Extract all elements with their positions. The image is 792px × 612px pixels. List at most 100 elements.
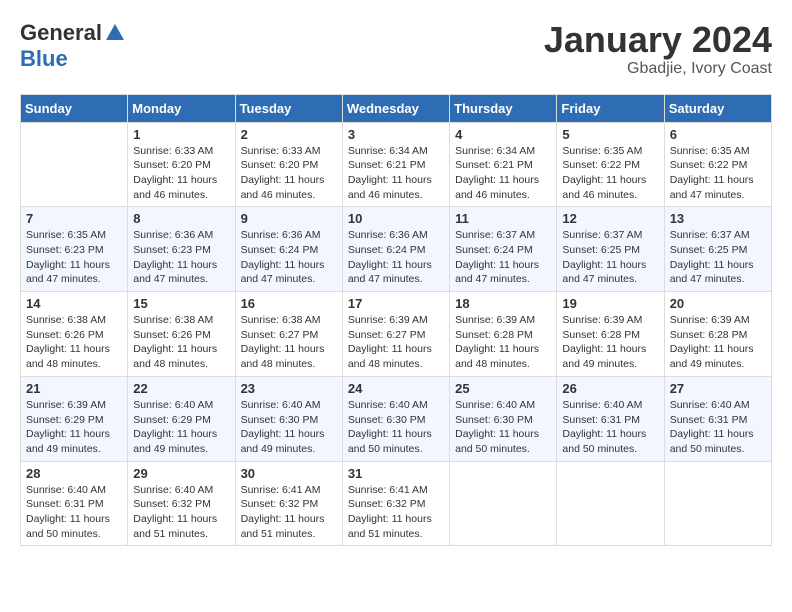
header-row: SundayMondayTuesdayWednesdayThursdayFrid… bbox=[21, 94, 772, 122]
calendar-cell: 29Sunrise: 6:40 AMSunset: 6:32 PMDayligh… bbox=[128, 461, 235, 546]
calendar-cell: 27Sunrise: 6:40 AMSunset: 6:31 PMDayligh… bbox=[664, 376, 771, 461]
calendar-cell: 12 Sunrise: 6:37 AMSunset: 6:25 PMDayligh… bbox=[557, 207, 664, 292]
day-header-sunday: Sunday bbox=[21, 94, 128, 122]
cell-sun-info: Sunrise: 6:38 AMSunset: 6:26 PMDaylight:… bbox=[133, 313, 229, 372]
calendar-cell: 30 Sunrise: 6:41 AMSunset: 6:32 PMDayligh… bbox=[235, 461, 342, 546]
calendar-cell: 28 Sunrise: 6:40 AMSunset: 6:31 PMDayligh… bbox=[21, 461, 128, 546]
cell-sun-info: Sunrise: 6:33 AMSunset: 6:20 PMDaylight:… bbox=[241, 144, 337, 203]
cell-sun-info: Sunrise: 6:40 AMSunset: 6:30 PMDaylight:… bbox=[455, 398, 551, 457]
cell-date-number: 26 bbox=[562, 381, 658, 396]
cell-date-number: 4 bbox=[455, 127, 551, 142]
cell-date-number: 23 bbox=[241, 381, 337, 396]
week-row: 1 Sunrise: 6:33 AMSunset: 6:20 PMDaylight… bbox=[21, 122, 772, 207]
calendar-cell: 16 Sunrise: 6:38 AMSunset: 6:27 PMDayligh… bbox=[235, 292, 342, 377]
calendar-cell: 11 Sunrise: 6:37 AMSunset: 6:24 PMDayligh… bbox=[450, 207, 557, 292]
cell-sun-info: Sunrise: 6:37 AMSunset: 6:25 PMDaylight:… bbox=[562, 228, 658, 287]
cell-date-number: 18 bbox=[455, 296, 551, 311]
calendar-cell: 26 Sunrise: 6:40 AMSunset: 6:31 PMDayligh… bbox=[557, 376, 664, 461]
week-row: 14Sunrise: 6:38 AMSunset: 6:26 PMDayligh… bbox=[21, 292, 772, 377]
title-block: January 2024 Gbadjie, Ivory Coast bbox=[544, 20, 772, 78]
calendar-cell: 19 Sunrise: 6:39 AMSunset: 6:28 PMDayligh… bbox=[557, 292, 664, 377]
cell-date-number: 12 bbox=[562, 211, 658, 226]
cell-date-number: 10 bbox=[348, 211, 444, 226]
cell-date-number: 11 bbox=[455, 211, 551, 226]
cell-date-number: 30 bbox=[241, 466, 337, 481]
calendar-cell bbox=[557, 461, 664, 546]
cell-sun-info: Sunrise: 6:41 AMSunset: 6:32 PMDaylight:… bbox=[241, 483, 337, 542]
cell-date-number: 29 bbox=[133, 466, 229, 481]
cell-date-number: 25 bbox=[455, 381, 551, 396]
cell-date-number: 13 bbox=[670, 211, 766, 226]
cell-date-number: 16 bbox=[241, 296, 337, 311]
day-header-thursday: Thursday bbox=[450, 94, 557, 122]
day-header-tuesday: Tuesday bbox=[235, 94, 342, 122]
cell-date-number: 21 bbox=[26, 381, 122, 396]
cell-date-number: 24 bbox=[348, 381, 444, 396]
calendar-cell: 13 Sunrise: 6:37 AMSunset: 6:25 PMDayligh… bbox=[664, 207, 771, 292]
cell-date-number: 7 bbox=[26, 211, 122, 226]
calendar-cell: 2 Sunrise: 6:33 AMSunset: 6:20 PMDaylight… bbox=[235, 122, 342, 207]
cell-date-number: 17 bbox=[348, 296, 444, 311]
cell-sun-info: Sunrise: 6:40 AMSunset: 6:31 PMDaylight:… bbox=[26, 483, 122, 542]
cell-sun-info: Sunrise: 6:39 AMSunset: 6:29 PMDaylight:… bbox=[26, 398, 122, 457]
cell-date-number: 20 bbox=[670, 296, 766, 311]
logo-icon bbox=[104, 22, 126, 44]
logo: General Blue bbox=[20, 20, 126, 72]
cell-sun-info: Sunrise: 6:38 AMSunset: 6:27 PMDaylight:… bbox=[241, 313, 337, 372]
calendar-cell: 10 Sunrise: 6:36 AMSunset: 6:24 PMDayligh… bbox=[342, 207, 449, 292]
page-header: General Blue January 2024 Gbadjie, Ivory… bbox=[20, 20, 772, 78]
cell-sun-info: Sunrise: 6:39 AMSunset: 6:27 PMDaylight:… bbox=[348, 313, 444, 372]
cell-date-number: 2 bbox=[241, 127, 337, 142]
day-header-friday: Friday bbox=[557, 94, 664, 122]
calendar-cell: 9 Sunrise: 6:36 AMSunset: 6:24 PMDaylight… bbox=[235, 207, 342, 292]
cell-sun-info: Sunrise: 6:38 AMSunset: 6:26 PMDaylight:… bbox=[26, 313, 122, 372]
cell-date-number: 19 bbox=[562, 296, 658, 311]
day-header-wednesday: Wednesday bbox=[342, 94, 449, 122]
calendar-cell: 24 Sunrise: 6:40 AMSunset: 6:30 PMDayligh… bbox=[342, 376, 449, 461]
cell-sun-info: Sunrise: 6:36 AMSunset: 6:24 PMDaylight:… bbox=[348, 228, 444, 287]
cell-sun-info: Sunrise: 6:39 AMSunset: 6:28 PMDaylight:… bbox=[670, 313, 766, 372]
cell-date-number: 5 bbox=[562, 127, 658, 142]
cell-date-number: 6 bbox=[670, 127, 766, 142]
cell-sun-info: Sunrise: 6:36 AMSunset: 6:24 PMDaylight:… bbox=[241, 228, 337, 287]
calendar-cell: 21 Sunrise: 6:39 AMSunset: 6:29 PMDayligh… bbox=[21, 376, 128, 461]
cell-sun-info: Sunrise: 6:40 AMSunset: 6:30 PMDaylight:… bbox=[241, 398, 337, 457]
calendar-cell: 4Sunrise: 6:34 AMSunset: 6:21 PMDaylight… bbox=[450, 122, 557, 207]
cell-sun-info: Sunrise: 6:34 AMSunset: 6:21 PMDaylight:… bbox=[348, 144, 444, 203]
calendar-cell: 25 Sunrise: 6:40 AMSunset: 6:30 PMDayligh… bbox=[450, 376, 557, 461]
calendar-cell: 5Sunrise: 6:35 AMSunset: 6:22 PMDaylight… bbox=[557, 122, 664, 207]
calendar-cell: 18 Sunrise: 6:39 AMSunset: 6:28 PMDayligh… bbox=[450, 292, 557, 377]
logo-blue-text: Blue bbox=[20, 46, 68, 72]
calendar-cell: 6 Sunrise: 6:35 AMSunset: 6:22 PMDaylight… bbox=[664, 122, 771, 207]
calendar-cell: 22Sunrise: 6:40 AMSunset: 6:29 PMDayligh… bbox=[128, 376, 235, 461]
cell-date-number: 31 bbox=[348, 466, 444, 481]
week-row: 21 Sunrise: 6:39 AMSunset: 6:29 PMDayligh… bbox=[21, 376, 772, 461]
cell-sun-info: Sunrise: 6:36 AMSunset: 6:23 PMDaylight:… bbox=[133, 228, 229, 287]
calendar-table: SundayMondayTuesdayWednesdayThursdayFrid… bbox=[20, 94, 772, 547]
calendar-cell: 15 Sunrise: 6:38 AMSunset: 6:26 PMDayligh… bbox=[128, 292, 235, 377]
month-title: January 2024 bbox=[544, 20, 772, 60]
cell-sun-info: Sunrise: 6:37 AMSunset: 6:25 PMDaylight:… bbox=[670, 228, 766, 287]
cell-sun-info: Sunrise: 6:39 AMSunset: 6:28 PMDaylight:… bbox=[562, 313, 658, 372]
calendar-cell: 8Sunrise: 6:36 AMSunset: 6:23 PMDaylight… bbox=[128, 207, 235, 292]
calendar-cell bbox=[664, 461, 771, 546]
cell-sun-info: Sunrise: 6:41 AMSunset: 6:32 PMDaylight:… bbox=[348, 483, 444, 542]
cell-sun-info: Sunrise: 6:35 AMSunset: 6:23 PMDaylight:… bbox=[26, 228, 122, 287]
cell-date-number: 15 bbox=[133, 296, 229, 311]
cell-date-number: 28 bbox=[26, 466, 122, 481]
cell-date-number: 1 bbox=[133, 127, 229, 142]
cell-date-number: 22 bbox=[133, 381, 229, 396]
cell-date-number: 9 bbox=[241, 211, 337, 226]
calendar-cell: 3Sunrise: 6:34 AMSunset: 6:21 PMDaylight… bbox=[342, 122, 449, 207]
calendar-cell: 20 Sunrise: 6:39 AMSunset: 6:28 PMDayligh… bbox=[664, 292, 771, 377]
calendar-cell: 23 Sunrise: 6:40 AMSunset: 6:30 PMDayligh… bbox=[235, 376, 342, 461]
cell-sun-info: Sunrise: 6:35 AMSunset: 6:22 PMDaylight:… bbox=[670, 144, 766, 203]
cell-sun-info: Sunrise: 6:40 AMSunset: 6:31 PMDaylight:… bbox=[562, 398, 658, 457]
cell-sun-info: Sunrise: 6:40 AMSunset: 6:30 PMDaylight:… bbox=[348, 398, 444, 457]
cell-sun-info: Sunrise: 6:37 AMSunset: 6:24 PMDaylight:… bbox=[455, 228, 551, 287]
calendar-cell: 14Sunrise: 6:38 AMSunset: 6:26 PMDayligh… bbox=[21, 292, 128, 377]
cell-sun-info: Sunrise: 6:39 AMSunset: 6:28 PMDaylight:… bbox=[455, 313, 551, 372]
location-subtitle: Gbadjie, Ivory Coast bbox=[544, 60, 772, 78]
calendar-cell bbox=[450, 461, 557, 546]
week-row: 28 Sunrise: 6:40 AMSunset: 6:31 PMDayligh… bbox=[21, 461, 772, 546]
